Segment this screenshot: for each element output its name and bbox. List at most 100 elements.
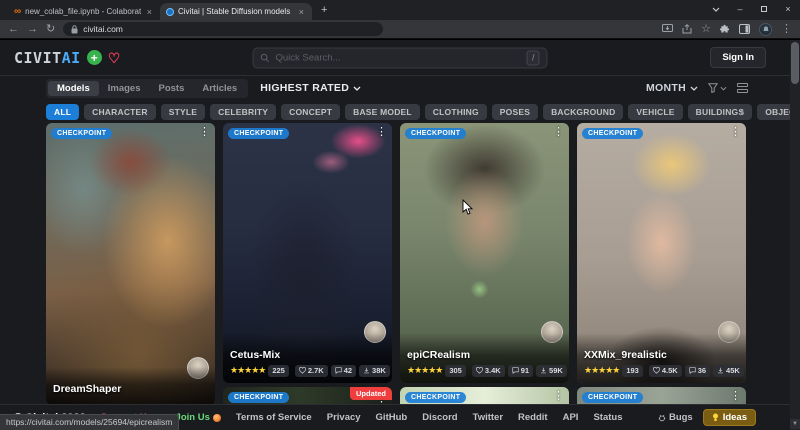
card-menu-icon[interactable]: ⋮ xyxy=(553,127,564,138)
card-footer: epiCRealism ★★★★★ 305 3.4K 91 59K xyxy=(400,333,569,384)
updated-badge: Updated xyxy=(350,387,392,400)
civitai-favicon-icon xyxy=(166,8,174,16)
footer-link-privacy[interactable]: Privacy xyxy=(327,412,361,423)
model-card-cetus-mix[interactable]: CHECKPOINT ⋮ Cetus-Mix ★★★★★ 225 2.7K 42… xyxy=(223,123,392,383)
tab-posts[interactable]: Posts xyxy=(149,81,193,96)
tab-title: Civitai | Stable Diffusion models xyxy=(178,7,293,16)
tab-images[interactable]: Images xyxy=(99,81,150,96)
quick-search[interactable]: / xyxy=(253,47,548,68)
minimize-button[interactable]: – xyxy=(728,0,752,18)
sort-dropdown[interactable]: HIGHEST RATED xyxy=(260,82,361,94)
card-footer: DreamShaper xyxy=(46,367,215,405)
scrollbar-thumb[interactable] xyxy=(791,42,799,84)
category-chip[interactable]: BASE MODEL xyxy=(345,104,420,120)
civitai-logo[interactable]: CIVITAI + ♡ xyxy=(14,49,120,67)
tab-colab[interactable]: ∞ new_colab_file.ipynb - Colaborat × xyxy=(8,3,160,20)
page-scrollbar[interactable]: ▼ xyxy=(790,40,800,430)
model-card-partial[interactable]: CHECKPOINT Updated ⋮ xyxy=(223,387,392,405)
bugs-button[interactable]: Bugs xyxy=(658,412,693,423)
footer-link-discord[interactable]: Discord xyxy=(422,412,457,423)
layout-toggle-button[interactable] xyxy=(737,83,748,93)
comments-stat: 91 xyxy=(508,365,533,378)
side-panel-icon[interactable] xyxy=(739,24,750,34)
category-chip[interactable]: CHARACTER xyxy=(84,104,156,120)
downloads-stat: 45K xyxy=(713,365,744,378)
search-input[interactable] xyxy=(276,52,521,63)
tab-civitai[interactable]: Civitai | Stable Diffusion models × xyxy=(160,3,312,20)
category-chip[interactable]: CLOTHING xyxy=(425,104,487,120)
comments-stat: 36 xyxy=(685,365,710,378)
star-rating: ★★★★★ xyxy=(407,366,442,375)
footer-link-api[interactable]: API xyxy=(563,412,579,423)
category-chip[interactable]: VEHICLE xyxy=(628,104,682,120)
rating-count: 225 xyxy=(268,365,289,378)
footer-link-github[interactable]: GitHub xyxy=(376,412,408,423)
checkpoint-badge[interactable]: CHECKPOINT xyxy=(405,128,466,139)
download-icon xyxy=(540,367,547,374)
category-chip-all[interactable]: ALL xyxy=(46,104,79,120)
civitai-page: CIVITAI + ♡ / Sign In Models Images Post… xyxy=(0,39,800,430)
close-window-button[interactable]: × xyxy=(776,0,800,18)
scrollbar-down-arrow[interactable]: ▼ xyxy=(790,419,800,429)
share-icon[interactable] xyxy=(682,24,692,34)
card-menu-icon[interactable]: ⋮ xyxy=(730,391,741,402)
checkpoint-badge[interactable]: CHECKPOINT xyxy=(51,128,112,139)
category-chip[interactable]: POSES xyxy=(492,104,538,120)
grid-column: CHECKPOINT ⋮ DreamShaper xyxy=(46,123,215,405)
checkpoint-badge[interactable]: CHECKPOINT xyxy=(582,392,643,403)
card-menu-icon[interactable]: ⋮ xyxy=(730,127,741,138)
model-card-xxmix9realistic[interactable]: CHECKPOINT ⋮ XXMix_9realistic ★★★★★ 193 … xyxy=(577,123,746,383)
footer-link-status[interactable]: Status xyxy=(593,412,622,423)
category-chip[interactable]: CONCEPT xyxy=(281,104,340,120)
footer-link-join-us[interactable]: Join Us xyxy=(176,412,221,423)
profile-avatar[interactable] xyxy=(759,23,772,36)
sign-in-button[interactable]: Sign In xyxy=(710,47,766,68)
period-dropdown[interactable]: MONTH xyxy=(646,82,698,94)
back-icon[interactable]: ← xyxy=(8,24,19,35)
handshake-icon xyxy=(213,414,221,422)
address-bar[interactable]: civitai.com xyxy=(63,22,383,36)
likes-stat: 4.5K xyxy=(649,365,682,378)
search-icon xyxy=(261,53,270,62)
create-plus-button[interactable]: + xyxy=(87,50,102,65)
reload-icon[interactable]: ↻ xyxy=(46,24,55,35)
chevron-right-icon[interactable] xyxy=(739,103,744,121)
browse-subnav: Models Images Posts Articles HIGHEST RAT… xyxy=(0,76,800,100)
model-card-partial[interactable]: CHECKPOINT ⋮ xyxy=(400,387,569,405)
checkpoint-badge[interactable]: CHECKPOINT xyxy=(228,128,289,139)
close-tab-icon[interactable]: × xyxy=(297,7,306,17)
filter-button[interactable] xyxy=(708,83,727,93)
card-menu-icon[interactable]: ⋮ xyxy=(199,127,210,138)
checkpoint-badge[interactable]: CHECKPOINT xyxy=(582,128,643,139)
category-chip[interactable]: STYLE xyxy=(161,104,205,120)
forward-icon[interactable]: → xyxy=(27,24,38,35)
tab-models[interactable]: Models xyxy=(48,81,99,96)
footer-link-reddit[interactable]: Reddit xyxy=(518,412,548,423)
rating-count: 193 xyxy=(622,365,643,378)
site-header: CIVITAI + ♡ / Sign In xyxy=(0,40,800,76)
install-icon[interactable] xyxy=(662,24,673,34)
footer-link-terms[interactable]: Terms of Service xyxy=(236,412,312,423)
browser-menu-icon[interactable]: ⋮ xyxy=(781,24,792,35)
category-chip[interactable]: BACKGROUND xyxy=(543,104,623,120)
card-menu-icon[interactable]: ⋮ xyxy=(553,391,564,402)
close-tab-icon[interactable]: × xyxy=(145,7,154,17)
tab-search-chevron-icon[interactable] xyxy=(704,0,728,18)
checkpoint-badge[interactable]: CHECKPOINT xyxy=(405,392,466,403)
model-card-dreamshaper[interactable]: CHECKPOINT ⋮ DreamShaper xyxy=(46,123,215,405)
card-menu-icon[interactable]: ⋮ xyxy=(376,127,387,138)
footer-link-twitter[interactable]: Twitter xyxy=(473,412,503,423)
model-title: epiCRealism xyxy=(407,349,562,361)
category-chip[interactable]: CELEBRITY xyxy=(210,104,276,120)
heart-icon[interactable]: ♡ xyxy=(108,51,121,65)
maximize-button[interactable] xyxy=(752,0,776,18)
tab-articles[interactable]: Articles xyxy=(193,81,246,96)
bookmark-star-icon[interactable]: ☆ xyxy=(701,24,711,35)
model-card-grid: CHECKPOINT ⋮ DreamShaper CHECKPOINT ⋮ Ce… xyxy=(46,123,746,405)
model-card-epicrealism[interactable]: CHECKPOINT ⋮ epiCRealism ★★★★★ 305 3.4K … xyxy=(400,123,569,383)
extensions-icon[interactable] xyxy=(720,24,730,34)
ideas-button[interactable]: Ideas xyxy=(703,409,756,426)
new-tab-button[interactable]: + xyxy=(312,4,336,16)
model-card-partial[interactable]: CHECKPOINT ⋮ xyxy=(577,387,746,405)
checkpoint-badge[interactable]: CHECKPOINT xyxy=(228,392,289,403)
